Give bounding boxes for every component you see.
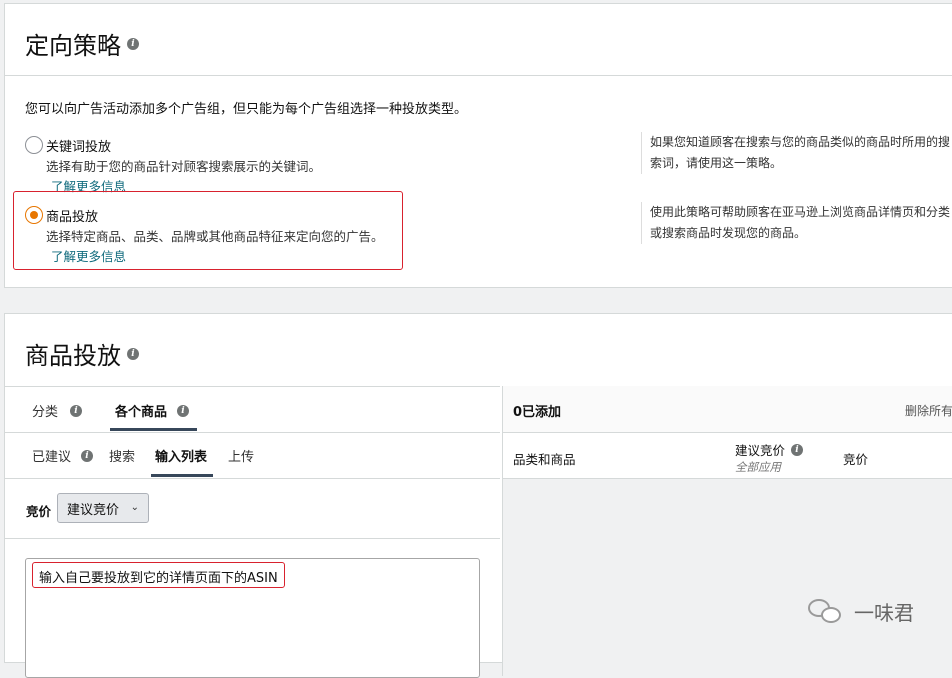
info-icon[interactable]: i xyxy=(791,443,804,456)
bid-label: 竞价 xyxy=(26,504,52,519)
annotation-highlight-box xyxy=(13,191,403,270)
asin-input-annotation: 输入自己要投放到它的详情页面下的ASIN xyxy=(32,562,285,588)
info-icon[interactable]: i xyxy=(127,347,139,360)
product-note: 使用此策略可帮助顾客在亚马逊上浏览商品详情页和分类或搜索商品时发现您的商品。 xyxy=(641,202,951,244)
tab-category[interactable]: 分类 i xyxy=(32,401,83,420)
apply-all-link[interactable]: 全部应用 xyxy=(735,459,781,475)
option-title: 关键词投放 xyxy=(46,140,112,155)
watermark: 一味君 xyxy=(808,597,914,626)
bid-strategy-dropdown[interactable]: 建议竞价 ⌄ xyxy=(57,493,149,523)
col-product: 品类和商品 xyxy=(513,452,576,467)
subtab-enter-list[interactable]: 输入列表 xyxy=(155,446,207,465)
tab-individual-products[interactable]: 各个商品 i xyxy=(115,401,190,420)
divider xyxy=(5,386,500,387)
divider xyxy=(5,75,952,76)
subtab-search[interactable]: 搜索 xyxy=(109,446,135,465)
product-targeting-title: 商品投放 i xyxy=(25,336,139,371)
info-icon[interactable]: i xyxy=(70,404,83,417)
remove-all-link[interactable]: 删除所有 xyxy=(905,402,952,419)
divider xyxy=(5,538,500,539)
col-bid: 竞价 xyxy=(843,452,869,467)
wechat-logo-icon xyxy=(808,598,844,625)
added-column-headers: 品类和商品 建议竞价 i 全部应用 竞价 xyxy=(502,433,952,479)
strategy-intro: 您可以向广告活动添加多个广告组，但只能为每个广告组选择一种投放类型。 xyxy=(25,102,468,117)
keyword-radio[interactable] xyxy=(25,136,43,154)
info-icon[interactable]: i xyxy=(177,404,190,417)
divider xyxy=(5,478,500,479)
subtab-suggested[interactable]: 已建议 i xyxy=(32,446,94,465)
subtab-upload[interactable]: 上传 xyxy=(228,446,254,465)
chevron-down-icon: ⌄ xyxy=(130,502,139,513)
info-icon[interactable]: i xyxy=(127,37,139,50)
added-header: 0已添加 删除所有 xyxy=(502,386,952,433)
keyword-note: 如果您知道顾客在搜索与您的商品类似的商品时所用的搜索词，请使用这一策略。 xyxy=(641,132,951,174)
col-suggested-bid: 建议竞价 i xyxy=(735,440,804,459)
option-description: 选择有助于您的商品针对顾客搜索展示的关键词。 xyxy=(46,159,322,174)
divider xyxy=(5,432,500,433)
added-count: 0已添加 xyxy=(513,405,562,420)
targeting-strategy-card: 定向策略 i 您可以向广告活动添加多个广告组，但只能为每个广告组选择一种投放类型… xyxy=(4,3,952,288)
active-subtab-indicator xyxy=(151,474,213,477)
strategy-title: 定向策略 i xyxy=(25,26,139,61)
info-icon[interactable]: i xyxy=(81,449,94,462)
active-tab-indicator xyxy=(110,428,197,431)
